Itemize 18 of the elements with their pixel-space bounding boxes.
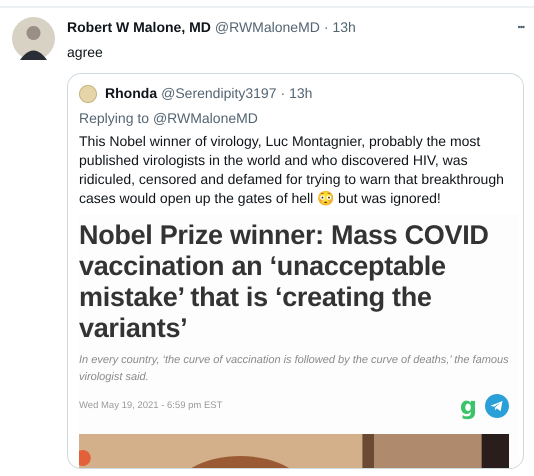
- site-logo: g: [460, 394, 477, 418]
- paper-plane-icon: [485, 394, 509, 418]
- more-icon[interactable]: •••: [518, 20, 524, 34]
- article-date: Wed May 19, 2021 - 6:59 pm EST: [79, 398, 224, 413]
- tweet-time[interactable]: · 13h: [280, 83, 312, 104]
- tweet-time[interactable]: · 13h: [324, 17, 356, 38]
- article-subhead: In every country, ‘the curve of vaccination is followed by the curve of deaths,’ the famous virologist said.: [79, 353, 509, 385]
- author-handle[interactable]: @RWMaloneMD: [214, 17, 320, 38]
- author-name[interactable]: Robert W Malone, MD: [67, 17, 211, 38]
- avatar[interactable]: [12, 17, 55, 60]
- tweet-text: agree: [67, 43, 104, 62]
- author-handle[interactable]: @Serendipity3197: [161, 83, 277, 104]
- mention-link[interactable]: @RWMaloneMD: [152, 110, 258, 126]
- author-name[interactable]: Rhonda: [105, 83, 158, 104]
- tweet-text: This Nobel winner of virology, Luc Montagnier, probably the most published virologists in the world and who discovered HIV, was ridiculed, censored and defamed for trying to warn that breakthrough cases would open up the gates of hell 😳 but was ignored!: [79, 132, 505, 208]
- quote-card[interactable]: [67, 73, 524, 469]
- article-headline: Nobel Prize winner: Mass COVID vaccination an ‘unacceptable mistake’ that is ‘creating the variants’: [79, 220, 490, 344]
- replying-label: Replying to: [79, 110, 150, 126]
